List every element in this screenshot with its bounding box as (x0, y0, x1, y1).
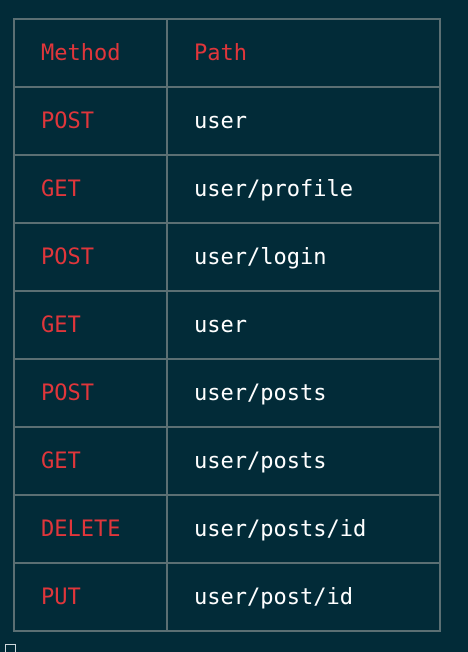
method-cell: GET (13, 426, 168, 496)
path-cell: user/profile (166, 154, 441, 224)
path-cell: user/posts/id (166, 494, 441, 564)
table-row: GET user (13, 290, 441, 360)
table-row: GET user/posts (13, 426, 441, 496)
path-cell: user (166, 86, 441, 156)
table-row: POST user/posts (13, 358, 441, 428)
method-cell: POST (13, 358, 168, 428)
path-cell: user/posts (166, 358, 441, 428)
table-row: GET user/profile (13, 154, 441, 224)
method-cell: POST (13, 222, 168, 292)
method-cell: GET (13, 154, 168, 224)
table-row: POST user (13, 86, 441, 156)
path-cell: user/post/id (166, 562, 441, 632)
method-column-header: Method (13, 18, 168, 88)
api-routes-table: Method Path POST user GET user/profile P… (13, 18, 441, 632)
method-cell: PUT (13, 562, 168, 632)
method-cell: DELETE (13, 494, 168, 564)
path-cell: user/posts (166, 426, 441, 496)
method-cell: POST (13, 86, 168, 156)
path-cell: user/login (166, 222, 441, 292)
table-row: DELETE user/posts/id (13, 494, 441, 564)
table-row: POST user/login (13, 222, 441, 292)
table-header-row: Method Path (13, 18, 441, 88)
text-cursor-block (5, 644, 16, 652)
table-row: PUT user/post/id (13, 562, 441, 632)
method-cell: GET (13, 290, 168, 360)
path-cell: user (166, 290, 441, 360)
path-column-header: Path (166, 18, 441, 88)
